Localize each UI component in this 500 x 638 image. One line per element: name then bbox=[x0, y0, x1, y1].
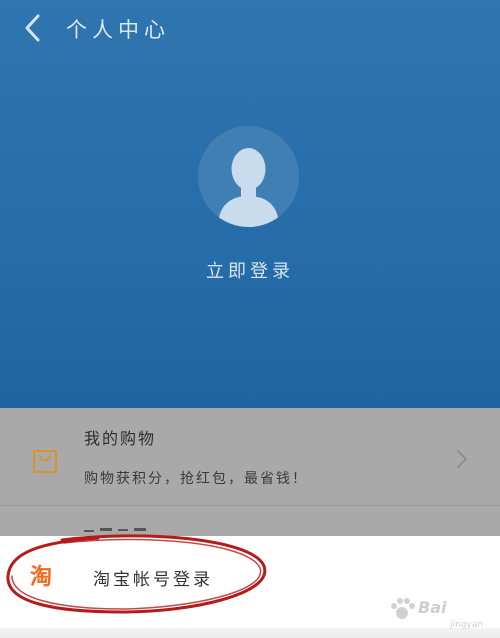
taobao-login-label: 淘宝帐号登录 bbox=[93, 570, 213, 590]
taobao-icon: 淘 bbox=[30, 565, 53, 590]
shopping-bag-icon bbox=[33, 450, 57, 473]
hidden-next-row bbox=[84, 526, 204, 536]
bottom-edge bbox=[0, 628, 500, 638]
chevron-left-icon bbox=[25, 14, 40, 42]
top-bar: 个人中心 bbox=[0, 0, 500, 62]
menu-panel: 我的购物 购物获积分，抢红包，最省钱！ bbox=[0, 408, 500, 536]
my-shopping-row[interactable]: 我的购物 购物获积分，抢红包，最省钱！ bbox=[0, 408, 500, 505]
taobao-login-button[interactable]: 淘 淘宝帐号登录 bbox=[0, 544, 500, 614]
avatar[interactable] bbox=[198, 126, 299, 227]
chevron-right-icon bbox=[457, 450, 467, 468]
login-now-link[interactable]: 立即登录 bbox=[150, 258, 350, 286]
back-button[interactable] bbox=[14, 10, 54, 50]
partially-hidden-text-icon bbox=[84, 528, 146, 532]
profile-header: 个人中心 立即登录 bbox=[0, 0, 500, 408]
shopping-subtitle: 购物获积分，抢红包，最省钱！ bbox=[84, 471, 308, 487]
shopping-title: 我的购物 bbox=[84, 429, 157, 448]
page-title: 个人中心 bbox=[66, 18, 170, 42]
row-divider bbox=[0, 505, 500, 506]
login-options-sheet: 淘 淘宝帐号登录 bbox=[0, 536, 500, 638]
user-avatar-icon bbox=[198, 126, 299, 227]
